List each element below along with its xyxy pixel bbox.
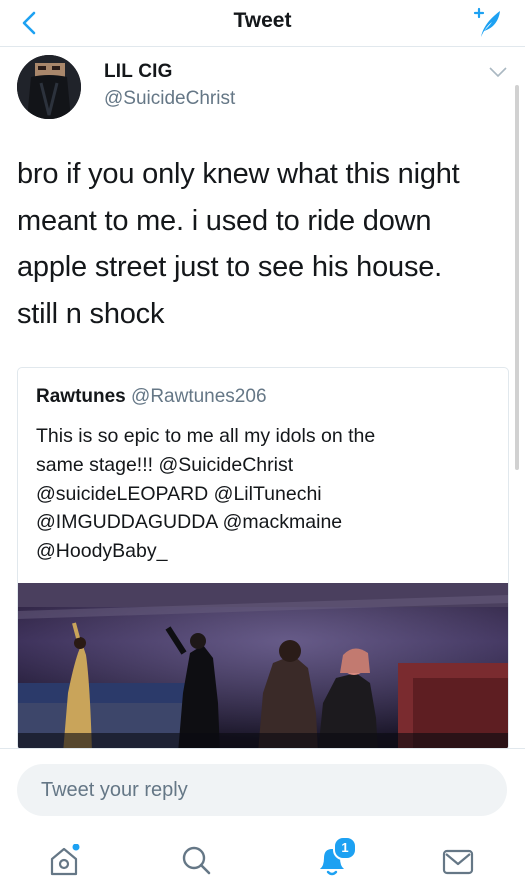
tweet-text: bro if you only knew what this night mea… [17, 151, 507, 337]
search-icon [182, 846, 211, 875]
scrollbar[interactable] [515, 85, 519, 470]
quoted-text-line: @HoodyBaby_ [36, 540, 168, 563]
quoted-author-handle: @Rawtunes206 [131, 386, 267, 407]
tweet-text-line: bro if you only knew what this night [17, 158, 460, 190]
quoted-tweet-card[interactable]: Rawtunes @Rawtunes206 This is so epic to… [17, 367, 509, 750]
reply-area: 1 [0, 748, 525, 884]
notification-badge: 1 [333, 836, 357, 860]
quoted-text-line: same stage!!! @SuicideChrist [36, 453, 294, 476]
top-nav-bar: Tweet [0, 0, 525, 47]
tab-home[interactable] [44, 843, 84, 878]
compose-tweet-icon [473, 7, 500, 37]
quoted-video-thumbnail[interactable] [18, 583, 508, 750]
mail-icon [442, 849, 474, 875]
quoted-tweet-header: Rawtunes @Rawtunes206 [36, 386, 267, 408]
reply-input[interactable] [17, 764, 507, 816]
avatar[interactable] [17, 55, 81, 119]
quoted-text-line: @suicideLEOPARD @LilTunechi [36, 482, 322, 505]
tab-notifications[interactable]: 1 [312, 836, 357, 878]
tweet-text-line: meant to me. i used to ride down [17, 204, 432, 237]
avatar-image [17, 55, 81, 119]
author-name[interactable]: LIL CIG [104, 61, 173, 83]
quoted-tweet-text: This is so epic to me all my idols on th… [36, 422, 496, 566]
tweet-options-button[interactable] [489, 65, 507, 78]
tweet-text-line: apple street just to see his house. [17, 251, 443, 283]
author-handle[interactable]: @SuicideChrist [104, 88, 235, 110]
tab-messages[interactable] [438, 844, 478, 878]
tweet-text-line: still n shock [17, 297, 165, 330]
tab-search[interactable] [176, 844, 216, 878]
page-title: Tweet [233, 9, 292, 32]
quoted-text-line: @IMGUDDAGUDDA @mackmaine [36, 511, 343, 534]
home-icon [50, 843, 80, 876]
quoted-text-line: This is so epic to me all my idols on th… [36, 425, 376, 447]
quoted-author-name: Rawtunes [36, 386, 126, 407]
compose-button[interactable] [469, 6, 503, 40]
concert-stage-image [18, 583, 508, 750]
chevron-down-icon [489, 67, 507, 78]
